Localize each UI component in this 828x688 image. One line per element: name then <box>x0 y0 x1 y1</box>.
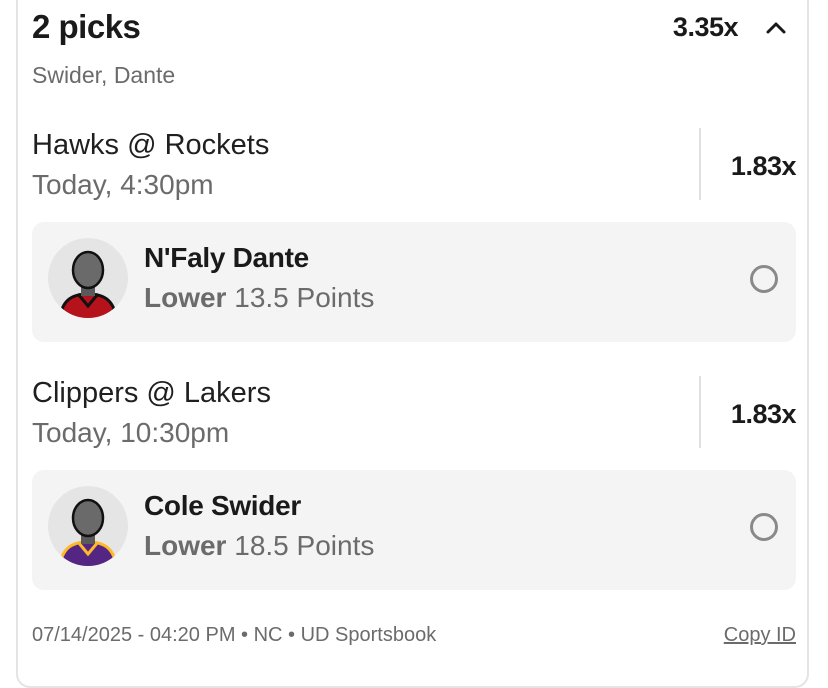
divider <box>699 376 701 448</box>
player-name: N'Faly Dante <box>144 242 309 273</box>
pick-multiplier: 1.83x <box>730 151 797 181</box>
pick-line: Lower 13.5 Points <box>144 282 374 314</box>
entry-players-subtitle: Swider, Dante <box>32 62 176 88</box>
pick-line: Lower 18.5 Points <box>144 530 374 562</box>
pending-radio-icon <box>750 265 778 293</box>
player-avatar-icon <box>48 486 128 566</box>
pick-card[interactable]: Cole Swider Lower 18.5 Points <box>32 470 796 590</box>
entry-title: 2 picks <box>32 8 141 45</box>
pick-stat: 13.5 Points <box>234 282 375 313</box>
pick-direction: Lower <box>144 530 227 561</box>
pick-card[interactable]: N'Faly Dante Lower 13.5 Points <box>32 222 796 342</box>
pending-radio-icon <box>750 513 778 541</box>
pick-multiplier: 1.83x <box>730 399 797 429</box>
player-name: Cole Swider <box>144 490 301 521</box>
game-time: Today, 10:30pm <box>32 417 230 448</box>
divider <box>699 128 701 200</box>
chevron-up-icon[interactable] <box>762 14 790 42</box>
copy-id-link[interactable]: Copy ID <box>700 624 796 647</box>
entry-meta: 07/14/2025 - 04:20 PM • NC • UD Sportsbo… <box>32 624 437 646</box>
pick-direction: Lower <box>144 282 227 313</box>
game-title: Clippers @ Lakers <box>32 377 271 409</box>
player-avatar-icon <box>48 238 128 318</box>
pick-stat: 18.5 Points <box>234 530 375 561</box>
total-multiplier: 3.35x <box>672 12 739 42</box>
game-title: Hawks @ Rockets <box>32 129 270 161</box>
game-time: Today, 4:30pm <box>32 169 214 200</box>
